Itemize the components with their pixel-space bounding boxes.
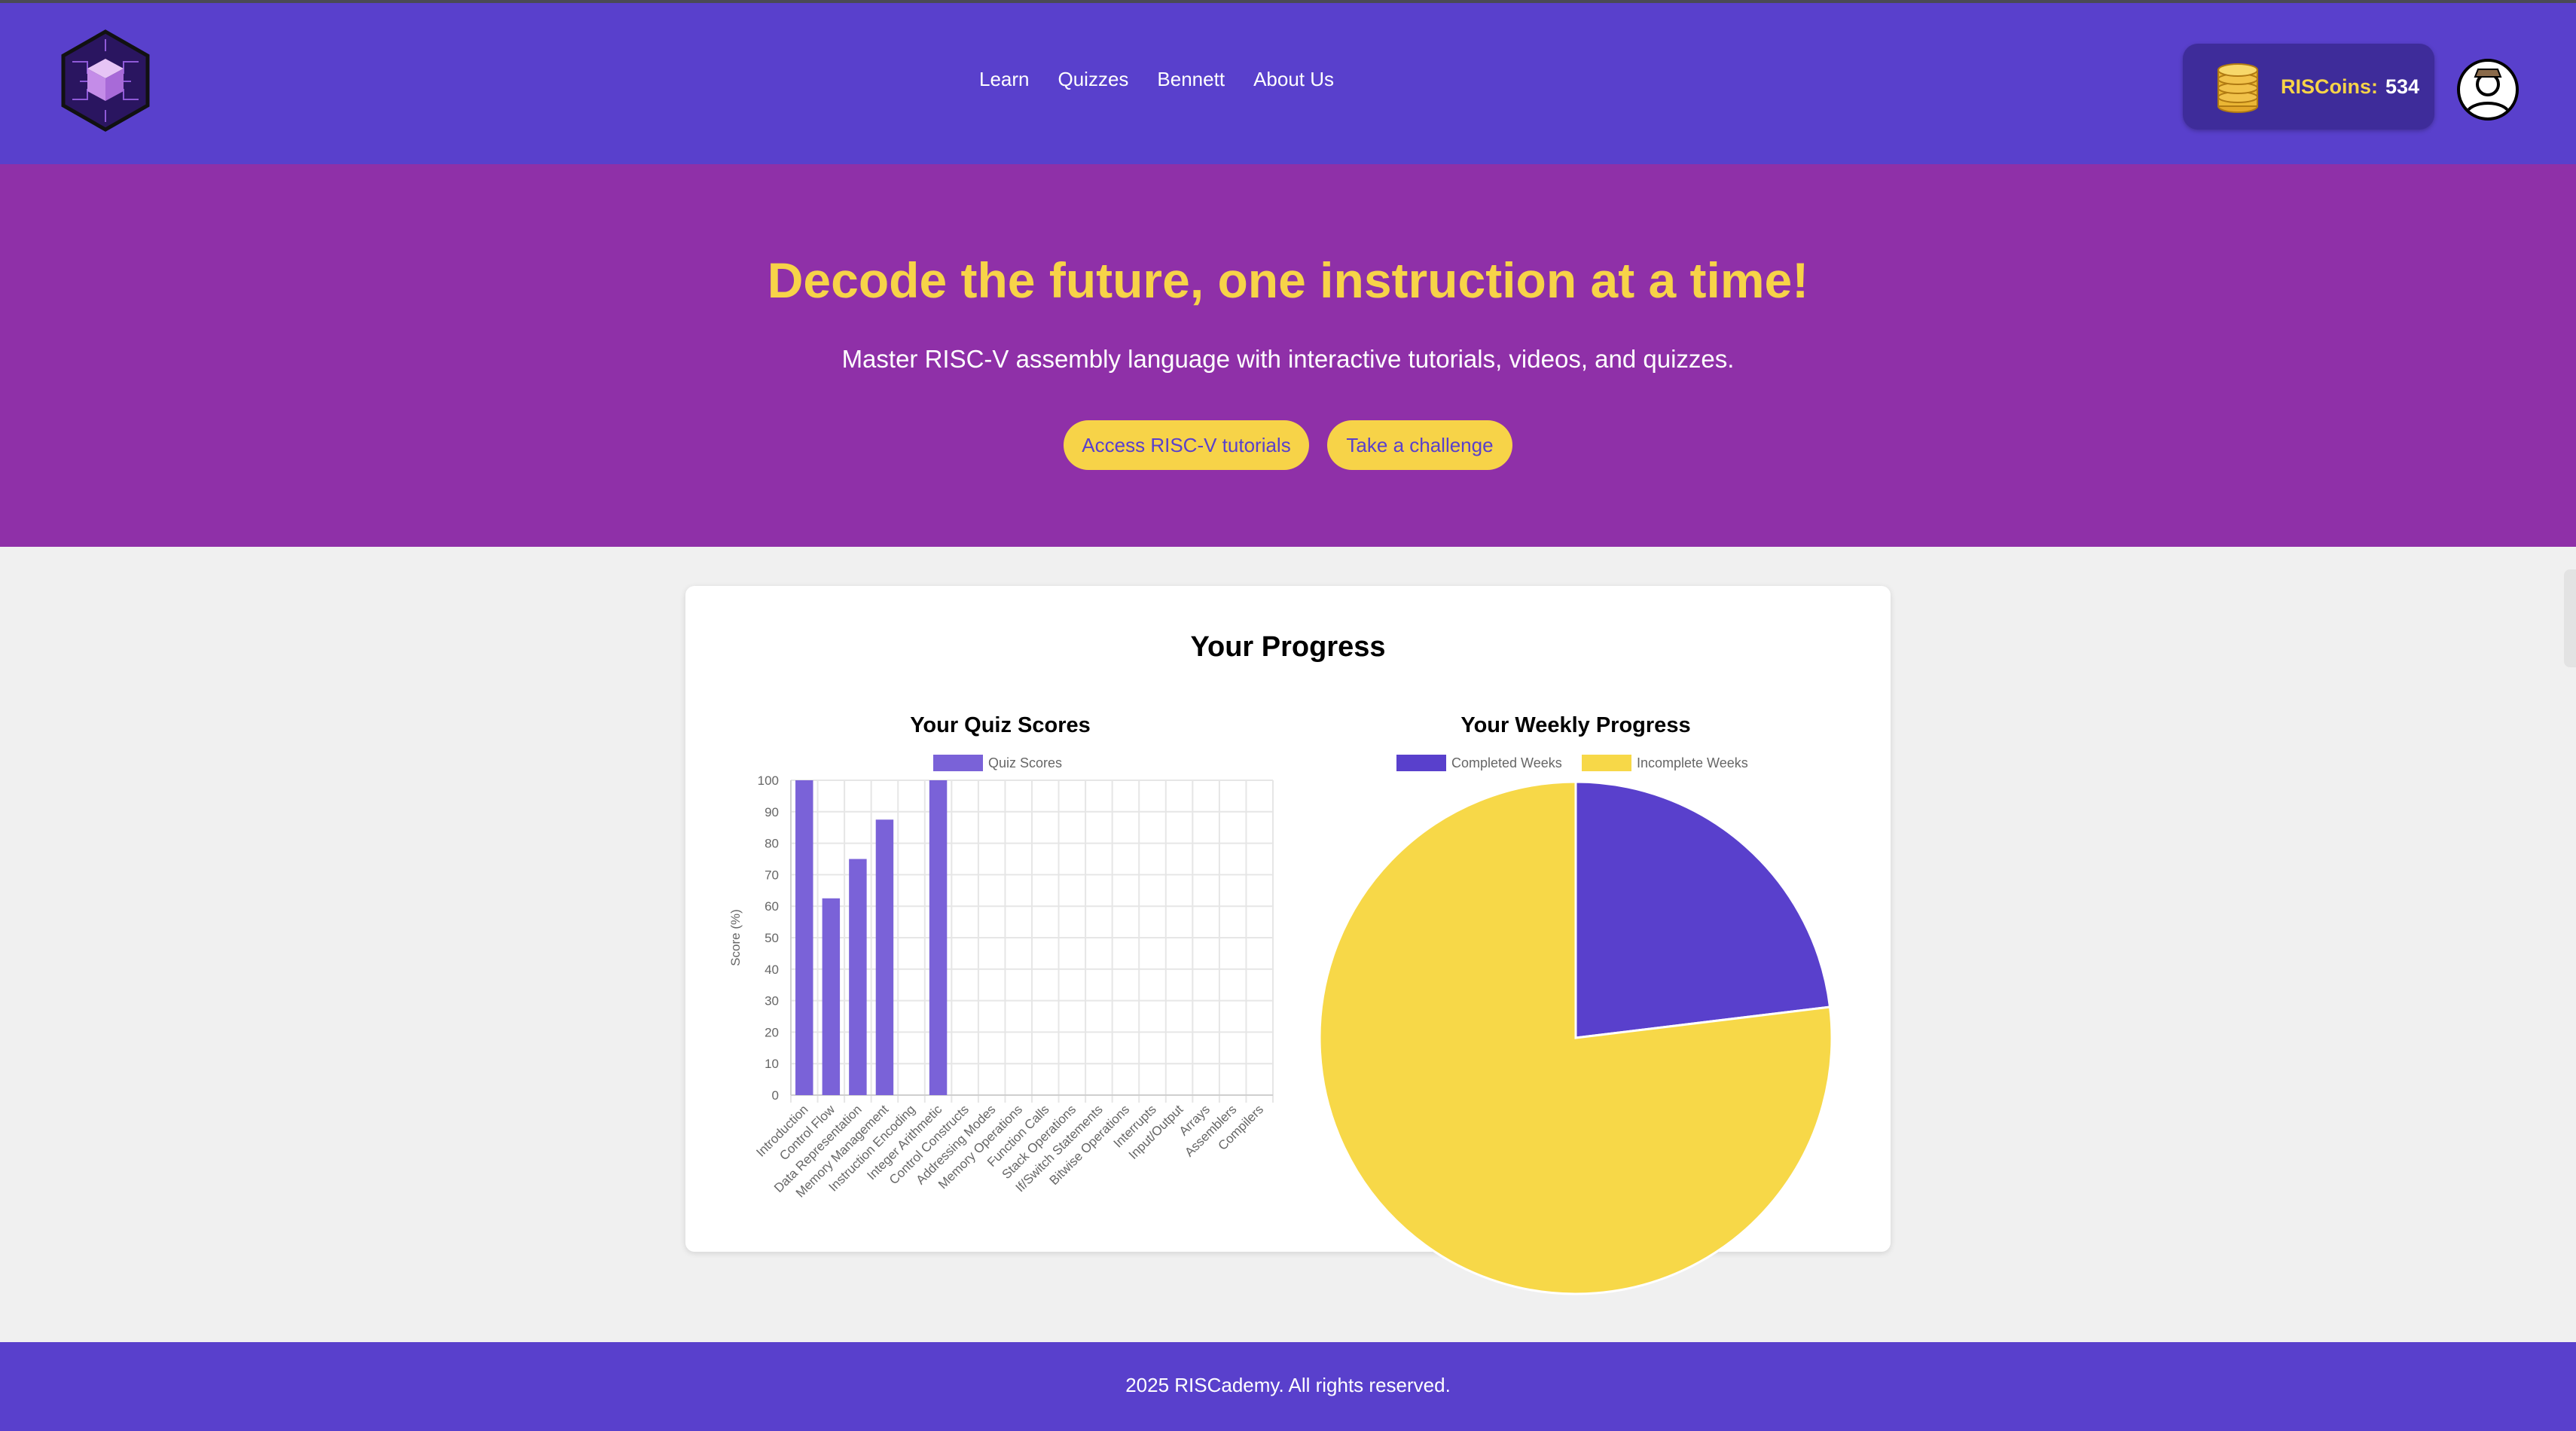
nav-learn[interactable]: Learn (979, 68, 1030, 91)
access-tutorials-button[interactable]: Access RISC-V tutorials (1064, 420, 1309, 470)
quiz-score-bar (795, 780, 813, 1095)
weekly-progress-title: Your Weekly Progress (1460, 713, 1690, 737)
user-avatar-icon (2465, 69, 2511, 115)
y-tick-label: 100 (758, 773, 779, 788)
site-header: Learn Quizzes Bennett About Us RISCoins:… (0, 3, 2576, 164)
hero-subtitle: Master RISC-V assembly language with int… (841, 345, 1735, 373)
nav-bennett[interactable]: Bennett (1157, 68, 1225, 91)
coin-stack-icon (2217, 63, 2258, 113)
quiz-scores-title: Your Quiz Scores (910, 713, 1091, 737)
side-panel-tab[interactable] (2564, 569, 2576, 667)
riscoins-balance[interactable]: RISCoins: 534 (2183, 44, 2434, 130)
y-tick-label: 20 (765, 1025, 779, 1039)
completed-weeks-legend-swatch (1396, 755, 1446, 771)
completed-weeks-legend-label: Completed Weeks (1451, 755, 1562, 770)
main-nav: Learn Quizzes Bennett About Us (979, 68, 1334, 91)
quiz-score-bar (875, 819, 894, 1095)
completed-weeks-slice (1574, 780, 1832, 1039)
quiz-score-bar (929, 780, 948, 1095)
y-tick-label: 40 (765, 963, 779, 977)
user-avatar[interactable] (2457, 59, 2519, 121)
incomplete-weeks-legend-label: Incomplete Weeks (1637, 755, 1748, 770)
y-tick-label: 90 (765, 805, 779, 819)
hero-banner: Decode the future, one instruction at a … (0, 164, 2576, 547)
y-axis-label: Score (%) (728, 909, 743, 966)
copyright-text: 2025 RISCademy. All rights reserved. (1125, 1374, 1451, 1396)
quiz-scores-legend-swatch (933, 755, 983, 771)
nav-about-us[interactable]: About Us (1253, 68, 1334, 91)
nav-quizzes[interactable]: Quizzes (1058, 68, 1129, 91)
progress-charts: Your Quiz Scores Quiz Scores 0 10 20 30 40 50 60… (728, 713, 1833, 1295)
riscoins-value: 534 (2385, 75, 2420, 98)
incomplete-weeks-legend-swatch (1582, 755, 1631, 771)
site-footer: 2025 RISCademy. All rights reserved. (0, 1342, 2576, 1431)
progress-card: Your Progress Your Quiz Scores Quiz Score… (685, 586, 1891, 1295)
quiz-scores-legend-label: Quiz Scores (988, 755, 1062, 770)
y-tick-label: 10 (765, 1057, 779, 1071)
y-tick-label: 30 (765, 994, 779, 1008)
riscademy-logo-icon[interactable] (57, 29, 154, 133)
hero-title: Decode the future, one instruction at a … (767, 252, 1809, 308)
y-tick-label: 0 (772, 1088, 779, 1103)
y-tick-label: 80 (765, 837, 779, 851)
quiz-score-bar (822, 898, 841, 1095)
take-challenge-button[interactable]: Take a challenge (1327, 420, 1512, 470)
y-tick-label: 50 (765, 931, 779, 945)
quiz-score-bar (849, 859, 867, 1095)
y-tick-label: 60 (765, 899, 779, 914)
y-tick-label: 70 (765, 868, 779, 882)
riscoins-label: RISCoins: (2281, 75, 2379, 98)
